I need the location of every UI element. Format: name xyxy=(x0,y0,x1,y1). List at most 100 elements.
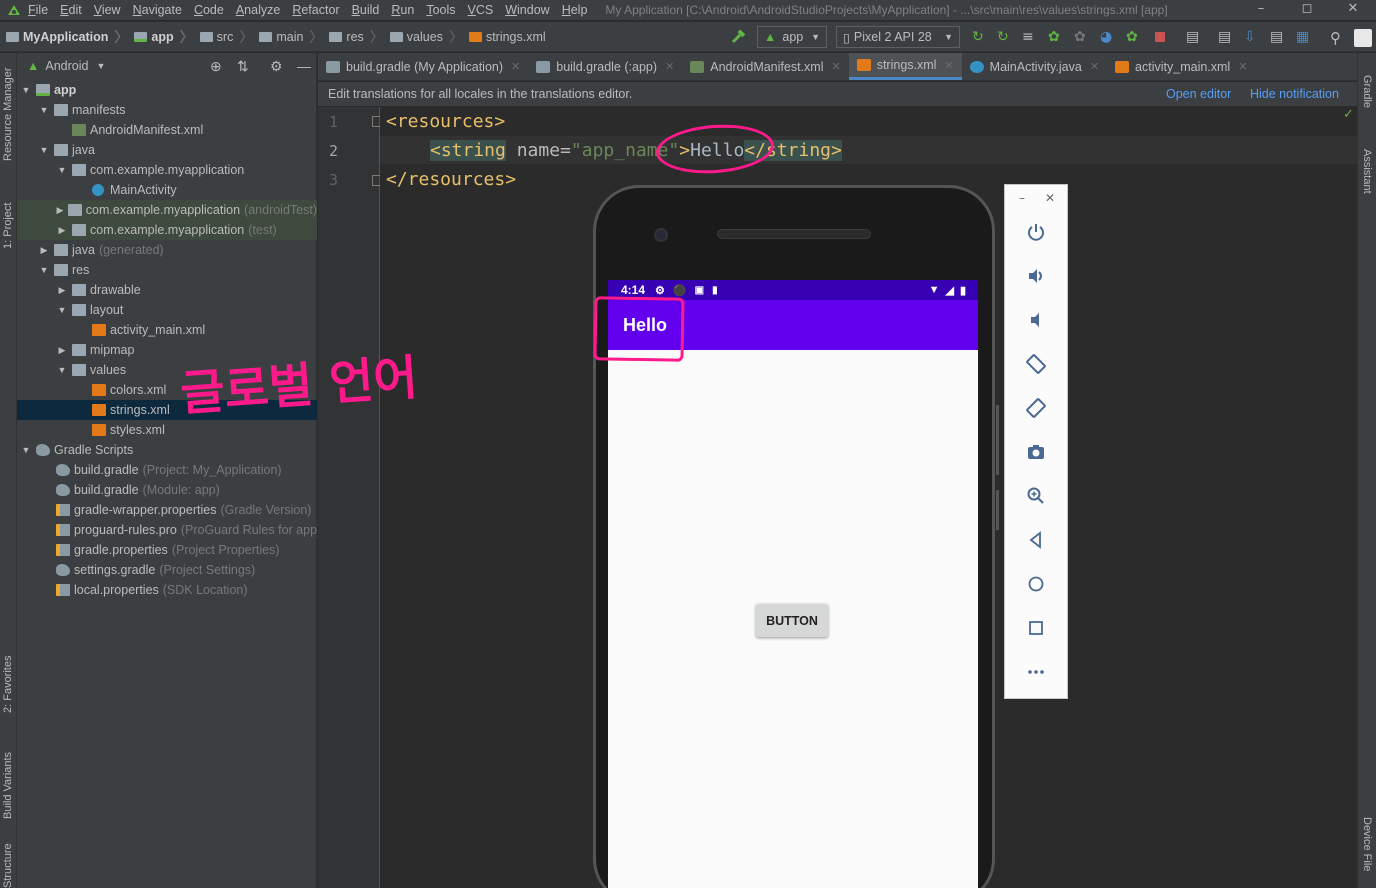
code-line-2: <string name="app_name">Hello</string> xyxy=(430,140,842,161)
breadcrumb-src[interactable]: src 〉 xyxy=(199,27,260,47)
back-icon[interactable] xyxy=(1023,527,1049,553)
menu-edit[interactable]: Edit xyxy=(60,3,82,17)
breadcrumb-file[interactable]: strings.xml xyxy=(468,30,546,44)
overview-icon[interactable] xyxy=(1023,615,1049,641)
menu-vcs[interactable]: VCS xyxy=(468,3,494,17)
device-select[interactable]: ▯ Pixel 2 API 28 ▼ xyxy=(836,26,960,48)
menu-build[interactable]: Build xyxy=(352,3,380,17)
apply-code-changes-icon[interactable]: ↻ xyxy=(997,29,1013,45)
sdk-manager-icon[interactable]: ⇩ xyxy=(1244,29,1260,45)
tree-item-gradle-scripts[interactable]: ▼ Gradle Scripts xyxy=(17,440,317,460)
tab-build-gradle-app[interactable]: build.gradle (:app) ✕ xyxy=(528,53,682,80)
zoom-icon[interactable] xyxy=(1023,483,1049,509)
debug-attach-icon[interactable]: ✿ xyxy=(1126,29,1142,45)
build-variants-icon[interactable]: ≡ xyxy=(1022,29,1038,45)
project-view-select[interactable]: ▲ Android ▼ ⊕ ⇅ ⚙ — xyxy=(17,53,316,79)
menu-file[interactable]: File xyxy=(28,3,48,17)
close-tab-icon[interactable]: ✕ xyxy=(511,60,520,73)
tab-android-manifest[interactable]: AndroidManifest.xml ✕ xyxy=(682,53,848,80)
minimize-icon[interactable]: – xyxy=(1019,191,1025,205)
close-window-icon[interactable]: ✕ xyxy=(1330,0,1376,20)
locate-icon[interactable]: ⊕ xyxy=(210,58,222,75)
tree-item-package-test[interactable]: ▶ com.example.myapplication (test) xyxy=(17,220,317,240)
stop-icon[interactable] xyxy=(1152,29,1168,45)
sd-card-icon: ▮ xyxy=(712,284,718,296)
tree-item-settings-gradle[interactable]: settings.gradle (Project Settings) xyxy=(17,560,317,580)
tree-item-java-generated[interactable]: ▶ java (generated) xyxy=(17,240,317,260)
hide-notification-link[interactable]: Hide notification xyxy=(1250,87,1339,101)
breadcrumb-res[interactable]: res 〉 xyxy=(329,27,389,47)
tree-item-res[interactable]: ▼ res xyxy=(17,260,317,280)
tree-item-proguard[interactable]: proguard-rules.pro (ProGuard Rules for ap… xyxy=(17,520,321,540)
volume-down-icon[interactable] xyxy=(1023,307,1049,333)
power-icon[interactable] xyxy=(1023,219,1049,245)
tree-item-local-properties[interactable]: local.properties (SDK Location) xyxy=(17,580,317,600)
menu-window[interactable]: Window xyxy=(505,3,549,17)
menu-help[interactable]: Help xyxy=(562,3,588,17)
home-icon[interactable] xyxy=(1023,571,1049,597)
tab-mainactivity[interactable]: MainActivity.java ✕ xyxy=(962,53,1107,80)
avatar[interactable] xyxy=(1354,29,1372,47)
tab-build-gradle-project[interactable]: build.gradle (My Application) ✕ xyxy=(318,53,528,80)
search-icon[interactable]: ⚲ xyxy=(1330,29,1346,47)
layout-inspector-icon[interactable]: ▤ xyxy=(1270,29,1286,45)
main-button[interactable]: BUTTON xyxy=(756,604,828,637)
tree-item-drawable[interactable]: ▶ drawable xyxy=(17,280,317,300)
menu-view[interactable]: View xyxy=(94,3,121,17)
tree-item-manifests[interactable]: ▼ manifests xyxy=(17,100,317,120)
emulator-screen[interactable]: 4:14 ⚙ ⚫ ▣ ▮ ▼ ◢ ▮ Hello BUTTON xyxy=(608,280,978,888)
tree-item-gradle-properties[interactable]: gradle.properties (Project Properties) xyxy=(17,540,317,560)
tab-strings-xml[interactable]: strings.xml ✕ xyxy=(848,53,962,80)
close-tab-icon[interactable]: ✕ xyxy=(665,60,674,73)
breadcrumb-main[interactable]: main 〉 xyxy=(259,27,329,47)
menu-run[interactable]: Run xyxy=(391,3,414,17)
resource-manager-icon[interactable]: ▦ xyxy=(1296,29,1312,45)
avd-manager-icon[interactable]: ▤ xyxy=(1218,29,1234,45)
rotate-right-icon[interactable] xyxy=(1023,395,1049,421)
profile-icon[interactable]: ◕ xyxy=(1100,29,1116,45)
menu-tools[interactable]: Tools xyxy=(426,3,455,17)
tree-item-app[interactable]: ▼ app xyxy=(17,80,317,100)
tree-item-package[interactable]: ▼ com.example.myapplication xyxy=(17,160,317,180)
tree-item-activity-main[interactable]: activity_main.xml xyxy=(17,320,317,340)
camera-icon[interactable] xyxy=(1023,439,1049,465)
tab-activity-main[interactable]: activity_main.xml ✕ xyxy=(1107,53,1255,80)
rotate-left-icon[interactable] xyxy=(1023,351,1049,377)
breadcrumb-project[interactable]: MyApplication 〉 xyxy=(6,27,134,47)
apply-changes-icon[interactable]: ↻ xyxy=(972,29,988,45)
status-time: 4:14 xyxy=(621,283,646,297)
tree-item-gradle-wrapper[interactable]: gradle-wrapper.properties (Gradle Version… xyxy=(17,500,317,520)
volume-up-icon[interactable] xyxy=(1023,263,1049,289)
menu-navigate[interactable]: Navigate xyxy=(133,3,182,17)
tree-item-mainactivity[interactable]: MainActivity xyxy=(17,180,317,200)
maximize-icon[interactable]: ◻ xyxy=(1284,0,1330,20)
run-config-select[interactable]: ▲ app ▼ xyxy=(757,26,827,48)
menu-refactor[interactable]: Refactor xyxy=(292,3,339,17)
close-tab-icon[interactable]: ✕ xyxy=(944,59,953,72)
tree-item-package-androidtest[interactable]: ▶ com.example.myapplication (androidTest) xyxy=(17,200,317,220)
hide-panel-icon[interactable]: — xyxy=(297,58,311,74)
attach-debugger-icon[interactable]: ✿ xyxy=(1074,29,1090,45)
collapse-all-icon[interactable]: ⇅ xyxy=(237,58,249,75)
minimize-icon[interactable]: – xyxy=(1238,0,1284,20)
menu-code[interactable]: Code xyxy=(194,3,224,17)
tree-item-styles[interactable]: styles.xml xyxy=(17,420,317,440)
tree-item-java[interactable]: ▼ java xyxy=(17,140,317,160)
breadcrumb-app[interactable]: app 〉 xyxy=(134,27,199,47)
close-tab-icon[interactable]: ✕ xyxy=(831,60,840,73)
hammer-build-icon[interactable] xyxy=(730,29,746,45)
sync-project-icon[interactable]: ▤ xyxy=(1186,29,1202,45)
close-tab-icon[interactable]: ✕ xyxy=(1238,60,1247,73)
tree-item-layout[interactable]: ▼ layout xyxy=(17,300,317,320)
gear-icon[interactable]: ⚙ xyxy=(270,58,283,75)
tree-item-build-gradle-project[interactable]: build.gradle (Project: My_Application) xyxy=(17,460,317,480)
tree-item-build-gradle-module[interactable]: build.gradle (Module: app) xyxy=(17,480,317,500)
more-icon[interactable] xyxy=(1023,659,1049,685)
close-icon[interactable]: ✕ xyxy=(1045,191,1055,205)
debug-icon[interactable]: ✿ xyxy=(1048,29,1064,45)
open-editor-link[interactable]: Open editor xyxy=(1166,87,1231,101)
tree-item-androidmanifest[interactable]: AndroidManifest.xml xyxy=(17,120,317,140)
breadcrumb-values[interactable]: values 〉 xyxy=(389,27,469,47)
menu-analyze[interactable]: Analyze xyxy=(236,3,280,17)
close-tab-icon[interactable]: ✕ xyxy=(1090,60,1099,73)
